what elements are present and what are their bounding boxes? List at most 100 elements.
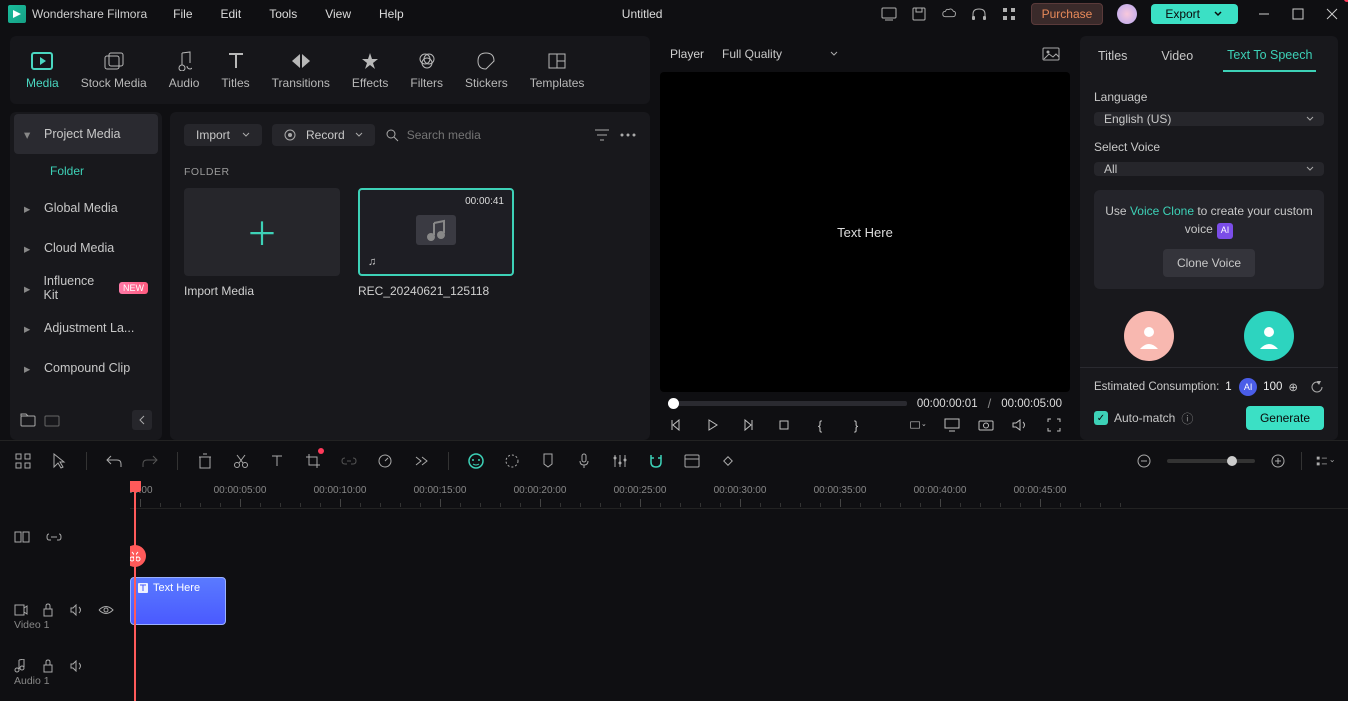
menu-edit[interactable]: Edit <box>221 7 242 21</box>
import-button[interactable]: Import <box>184 124 262 146</box>
link-icon[interactable] <box>340 452 358 470</box>
voice-jason[interactable]: Jason <box>1214 311 1324 368</box>
scrub-knob[interactable] <box>668 398 679 409</box>
sidebar-compound-clip[interactable]: ▸Compound Clip <box>14 348 158 388</box>
audio-track-header[interactable]: Audio 1 <box>0 645 130 701</box>
eye-icon[interactable] <box>98 605 112 615</box>
text-icon[interactable] <box>268 452 286 470</box>
mute-icon[interactable] <box>70 660 84 672</box>
more-tools-icon[interactable] <box>412 452 430 470</box>
mic-icon[interactable] <box>575 452 593 470</box>
zoom-out-button[interactable] <box>1135 452 1153 470</box>
tab-stock-media[interactable]: Stock Media <box>81 50 147 90</box>
tab-transitions[interactable]: Transitions <box>272 50 330 90</box>
menu-help[interactable]: Help <box>379 7 404 21</box>
refresh-icon[interactable] <box>1310 380 1324 394</box>
record-button[interactable]: Record <box>272 124 375 146</box>
mark-out-button[interactable]: } <box>848 417 864 433</box>
tab-effects[interactable]: Effects <box>352 50 388 90</box>
media-clip[interactable]: 00:00:41 ♫ REC_20240621_125118 <box>358 188 514 298</box>
menu-view[interactable]: View <box>325 7 351 21</box>
zoom-slider[interactable] <box>1167 459 1255 463</box>
video-track-header[interactable]: Video 1 <box>0 589 130 645</box>
cursor-icon[interactable] <box>50 452 68 470</box>
maximize-button[interactable] <box>1290 6 1306 22</box>
lock-icon[interactable] <box>42 659 56 673</box>
sidebar-project-media[interactable]: ▾Project Media <box>14 114 158 154</box>
headphones-icon[interactable] <box>971 6 987 22</box>
language-dropdown[interactable]: English (US) <box>1094 112 1324 126</box>
voice-clone-link[interactable]: Voice Clone <box>1130 204 1194 218</box>
search-icon[interactable] <box>385 128 399 142</box>
redo-button[interactable] <box>141 452 159 470</box>
delete-button[interactable] <box>196 452 214 470</box>
tab-right-video[interactable]: Video <box>1157 41 1197 71</box>
cloud-icon[interactable] <box>941 6 957 22</box>
video-track-lane[interactable]: Text Here <box>130 573 1348 629</box>
tab-stickers[interactable]: Stickers <box>465 50 508 90</box>
play-button[interactable] <box>704 417 720 433</box>
color-icon[interactable] <box>503 452 521 470</box>
zoom-knob[interactable] <box>1227 456 1237 466</box>
sidebar-adjustment-layer[interactable]: ▸Adjustment La... <box>14 308 158 348</box>
speed-icon[interactable] <box>376 452 394 470</box>
tracks-area[interactable]: 00:0000:00:05:0000:00:10:0000:00:15:0000… <box>130 481 1348 701</box>
filter-icon[interactable] <box>594 128 610 142</box>
voice-jenny[interactable]: Jenny <box>1094 311 1204 368</box>
apps-icon[interactable] <box>1001 6 1017 22</box>
keyframe-icon[interactable] <box>719 452 737 470</box>
tab-right-tts[interactable]: Text To Speech <box>1223 40 1316 72</box>
snapshot-icon[interactable] <box>1042 47 1060 61</box>
save-icon[interactable] <box>911 6 927 22</box>
menu-file[interactable]: File <box>173 7 192 21</box>
voice-filter-dropdown[interactable]: All <box>1094 162 1324 176</box>
clone-voice-button[interactable]: Clone Voice <box>1163 249 1255 277</box>
view-mode-icon[interactable] <box>1316 452 1334 470</box>
import-media-tile[interactable]: ＋ Import Media <box>184 188 340 298</box>
menu-tools[interactable]: Tools <box>269 7 297 21</box>
stop-button[interactable] <box>776 417 792 433</box>
device-icon[interactable] <box>881 6 897 22</box>
display-button[interactable] <box>944 417 960 433</box>
mute-icon[interactable] <box>70 604 84 616</box>
add-credits-icon[interactable]: ⊕ <box>1288 380 1298 394</box>
ratio-button[interactable] <box>910 417 926 433</box>
split-button[interactable] <box>232 452 250 470</box>
minimize-button[interactable] <box>1256 6 1272 22</box>
ai-tool-icon[interactable] <box>467 452 485 470</box>
search-input[interactable] <box>407 128 584 142</box>
tab-titles[interactable]: Titles <box>221 50 249 90</box>
link-tracks-icon[interactable] <box>46 531 60 543</box>
playhead[interactable] <box>134 481 136 701</box>
timeline-ruler[interactable]: 00:0000:00:05:0000:00:10:0000:00:15:0000… <box>130 481 1348 509</box>
mark-in-button[interactable]: { <box>812 417 828 433</box>
sidebar-influence-kit[interactable]: ▸Influence KitNEW <box>14 268 158 308</box>
audio-track-lane[interactable] <box>130 629 1348 685</box>
tab-templates[interactable]: Templates <box>530 50 585 90</box>
tab-audio[interactable]: Audio <box>169 50 200 90</box>
volume-button[interactable] <box>1012 417 1028 433</box>
grid-icon[interactable] <box>14 452 32 470</box>
crop-icon[interactable] <box>304 452 322 470</box>
export-button[interactable]: Export <box>1151 4 1238 24</box>
match-cut-icon[interactable] <box>14 530 28 544</box>
next-frame-button[interactable] <box>740 417 756 433</box>
timeline-clip[interactable]: Text Here <box>130 577 226 625</box>
quality-dropdown[interactable]: Full Quality <box>722 47 838 61</box>
render-icon[interactable] <box>683 452 701 470</box>
auto-match-checkbox[interactable]: ✓Auto-matchⓘ <box>1094 410 1193 427</box>
generate-button[interactable]: Generate <box>1246 406 1324 430</box>
purchase-button[interactable]: Purchase <box>1031 3 1104 25</box>
mixer-icon[interactable] <box>611 452 629 470</box>
fullscreen-button[interactable] <box>1046 417 1062 433</box>
sidebar-cloud-media[interactable]: ▸Cloud Media <box>14 228 158 268</box>
user-avatar[interactable] <box>1117 4 1137 24</box>
sidebar-global-media[interactable]: ▸Global Media <box>14 188 158 228</box>
collapse-sidebar-button[interactable] <box>132 410 152 430</box>
more-icon[interactable] <box>620 133 636 137</box>
new-bin-icon[interactable] <box>44 413 58 427</box>
undo-button[interactable] <box>105 452 123 470</box>
player-viewport[interactable]: Text Here <box>660 72 1070 392</box>
sidebar-folder[interactable]: Folder <box>10 154 162 188</box>
magnet-icon[interactable] <box>647 452 665 470</box>
